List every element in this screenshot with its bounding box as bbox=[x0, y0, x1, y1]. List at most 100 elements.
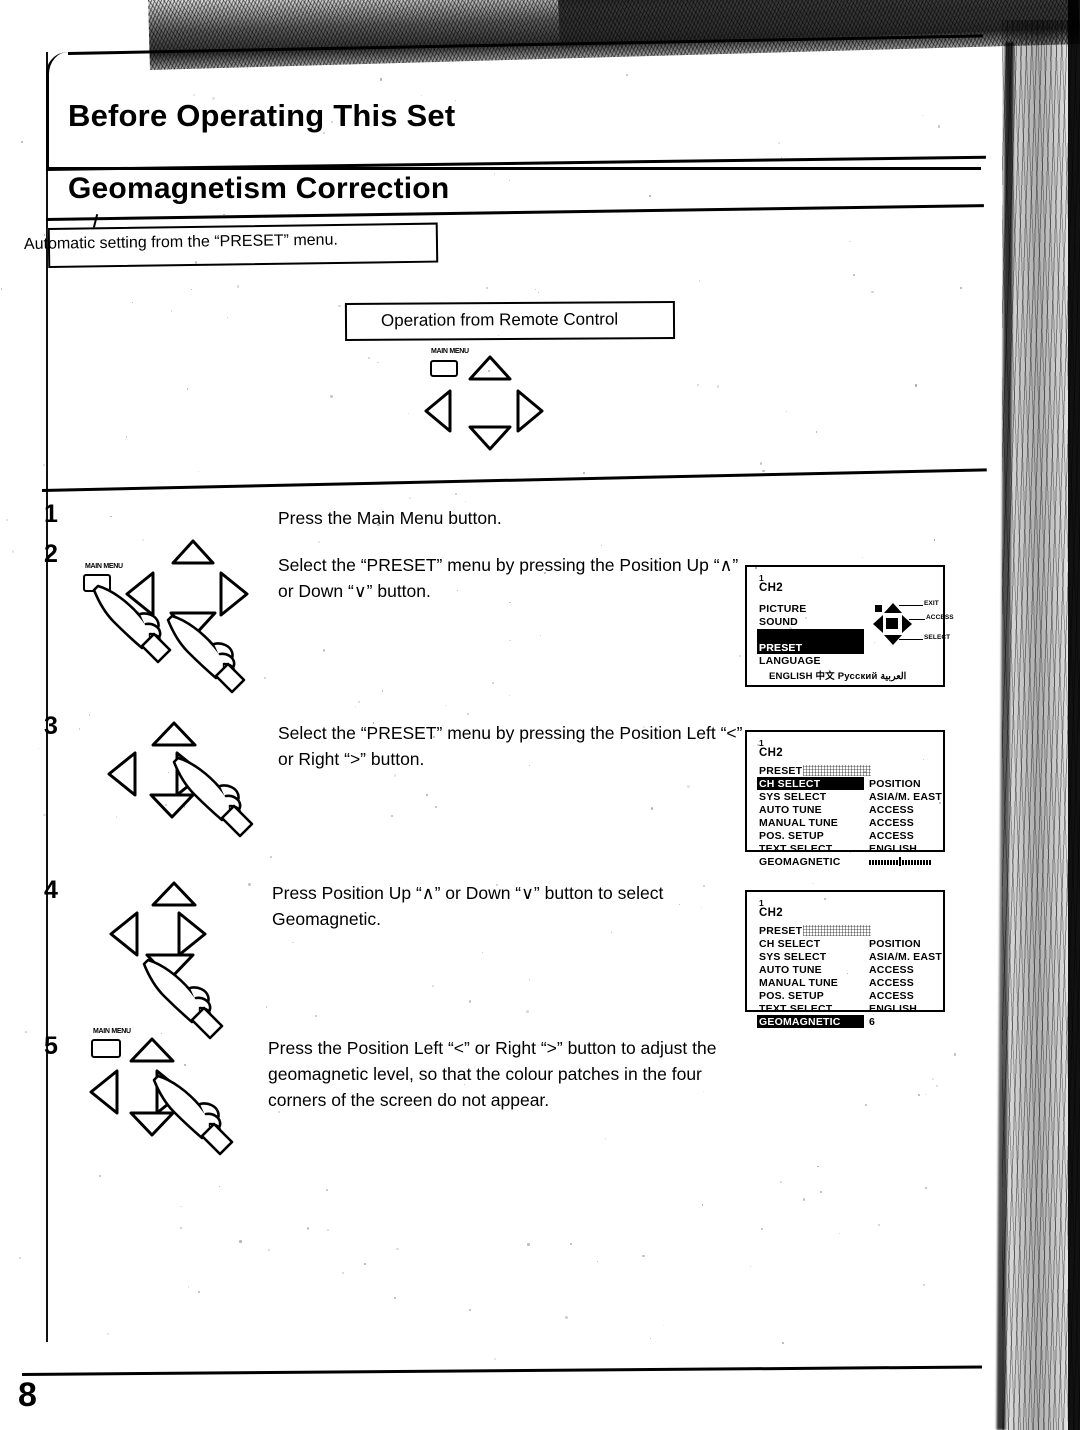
tv-menu-item-text-select[interactable]: TEXT SELECT bbox=[759, 843, 832, 855]
tv-menu-item-ch-select[interactable]: CH SELECT bbox=[759, 778, 820, 790]
triangle-left-icon[interactable] bbox=[106, 750, 138, 798]
triangle-up-icon[interactable] bbox=[150, 880, 198, 908]
scan-speck bbox=[170, 309, 173, 312]
scan-speck bbox=[959, 286, 962, 289]
main-menu-button-icon[interactable] bbox=[430, 360, 458, 377]
scan-speck bbox=[125, 436, 128, 438]
tv-menu-title-preset: PRESET bbox=[759, 765, 803, 777]
scan-speck bbox=[914, 384, 917, 387]
scan-speck bbox=[393, 774, 397, 777]
triangle-left-icon[interactable] bbox=[88, 1068, 120, 1116]
scan-speck bbox=[925, 1187, 928, 1190]
scan-speck bbox=[534, 288, 537, 291]
scan-speck bbox=[25, 1031, 27, 1033]
scan-speck bbox=[883, 867, 885, 869]
scan-speck bbox=[582, 472, 585, 475]
step-number-4: 4 bbox=[44, 876, 58, 904]
scan-speck bbox=[779, 1180, 782, 1183]
triangle-left-icon[interactable] bbox=[108, 910, 140, 958]
section-title: Geomagnetism Correction bbox=[68, 172, 450, 205]
scan-speck bbox=[434, 805, 437, 808]
tv-value-sys-select: ASIA/M. EAST bbox=[869, 791, 942, 803]
scan-speck bbox=[569, 1243, 572, 1246]
scan-speck bbox=[197, 470, 200, 473]
scan-speck bbox=[187, 1286, 190, 1288]
nav-leader-line-select bbox=[899, 639, 923, 640]
tv-nav-label-select: SELECT bbox=[924, 634, 951, 641]
scan-speck bbox=[467, 712, 470, 715]
tv-geomagnetic-level-marker bbox=[899, 857, 901, 866]
tv-screen-preset-menu: 1 CH2 PRESET CH SELECT SYS SELECT AUTO T… bbox=[745, 730, 945, 868]
tv-menu-item-ch-select[interactable]: CH SELECT bbox=[759, 938, 820, 950]
tv-menu-item-text-select[interactable]: TEXT SELECT bbox=[759, 1003, 832, 1015]
scan-speck bbox=[342, 1271, 345, 1274]
pointing-hand-icon bbox=[92, 584, 172, 664]
tv-menu-item-geomagnetic[interactable]: GEOMAGNETIC bbox=[759, 856, 841, 868]
scan-speck bbox=[37, 748, 40, 750]
tv-menu-item-sound[interactable]: SOUND bbox=[759, 616, 798, 628]
scan-speck bbox=[812, 883, 814, 885]
triangle-right-icon[interactable] bbox=[515, 388, 545, 434]
tv-menu-item-auto-tune[interactable]: AUTO TUNE bbox=[759, 804, 822, 816]
tv-menu-item-geomagnetic[interactable]: GEOMAGNETIC bbox=[759, 1016, 841, 1028]
page-title: Before Operating This Set bbox=[68, 98, 456, 133]
main-menu-button-icon[interactable] bbox=[91, 1039, 121, 1058]
tv-language-options[interactable]: ENGLISH 中文 Pусский العربية bbox=[769, 668, 906, 682]
remote-dpad-diagram-step3 bbox=[106, 720, 278, 842]
tv-menu-item-pos-setup[interactable]: POS. SETUP bbox=[759, 990, 824, 1002]
scan-speck bbox=[391, 815, 394, 817]
tv-menu-item-pos-setup[interactable]: POS. SETUP bbox=[759, 830, 824, 842]
tv-menu-item-picture[interactable]: PICTURE bbox=[759, 603, 807, 615]
tv-value-ch-select: POSITION bbox=[869, 778, 921, 790]
tv-channel-label: CH2 bbox=[759, 907, 783, 919]
tv-value-manual-tune: ACCESS bbox=[869, 977, 914, 989]
scan-speck bbox=[99, 1175, 102, 1178]
scan-speck bbox=[88, 714, 91, 716]
step-text-1: Press the Main Menu button. bbox=[278, 508, 502, 528]
scan-speck bbox=[935, 1084, 939, 1087]
triangle-right-icon[interactable] bbox=[218, 570, 250, 618]
triangle-up-icon[interactable] bbox=[467, 354, 513, 382]
tv-menu-item-preset-text[interactable]: PRESET bbox=[759, 642, 802, 654]
step-number-1: 1 bbox=[44, 500, 58, 528]
tv-menu-item-language[interactable]: LANGUAGE bbox=[759, 655, 821, 667]
tv-value-sys-select: ASIA/M. EAST bbox=[869, 951, 942, 963]
triangle-down-icon[interactable] bbox=[467, 424, 513, 452]
scan-speck bbox=[871, 290, 874, 294]
scan-right-black-edge bbox=[1068, 0, 1080, 1430]
nav-square-icon bbox=[875, 605, 882, 612]
triangle-right-icon[interactable] bbox=[176, 910, 208, 958]
section-divider-rule bbox=[45, 204, 984, 221]
tv-menu-item-features[interactable]: FEATURES bbox=[759, 629, 816, 641]
scan-speck bbox=[509, 694, 511, 696]
scan-speck bbox=[42, 464, 45, 467]
triangle-up-icon[interactable] bbox=[128, 1036, 176, 1064]
scan-speck bbox=[431, 984, 435, 988]
scan-speck bbox=[186, 388, 188, 390]
scan-speck bbox=[330, 394, 333, 398]
tv-menu-item-manual-tune[interactable]: MANUAL TUNE bbox=[759, 817, 838, 829]
pointing-hand-icon bbox=[152, 1074, 234, 1156]
scan-speck bbox=[527, 1243, 530, 1246]
steps-section-top-rule bbox=[41, 468, 987, 492]
scan-speck bbox=[358, 701, 360, 703]
tv-menu-item-auto-tune[interactable]: AUTO TUNE bbox=[759, 964, 822, 976]
tv-menu-item-sys-select[interactable]: SYS SELECT bbox=[759, 951, 826, 963]
triangle-up-icon[interactable] bbox=[170, 538, 216, 566]
scan-speck bbox=[481, 951, 483, 954]
tv-menu-item-sys-select[interactable]: SYS SELECT bbox=[759, 791, 826, 803]
step-number-3: 3 bbox=[44, 712, 58, 740]
scan-speck bbox=[354, 705, 357, 708]
nav-leader-line-access bbox=[909, 619, 925, 620]
scan-speck bbox=[190, 289, 192, 291]
scan-speck bbox=[455, 492, 458, 495]
step-text-3: Select the “PRESET” menu by pressing the… bbox=[278, 723, 743, 769]
scan-speck bbox=[759, 462, 763, 465]
tv-menu-item-manual-tune[interactable]: MANUAL TUNE bbox=[759, 977, 838, 989]
scan-speck bbox=[716, 385, 719, 388]
scan-speck bbox=[509, 180, 511, 182]
scan-speck bbox=[749, 1266, 751, 1268]
triangle-left-icon[interactable] bbox=[423, 388, 453, 434]
scan-speck bbox=[180, 1226, 183, 1229]
triangle-up-icon[interactable] bbox=[150, 720, 198, 748]
